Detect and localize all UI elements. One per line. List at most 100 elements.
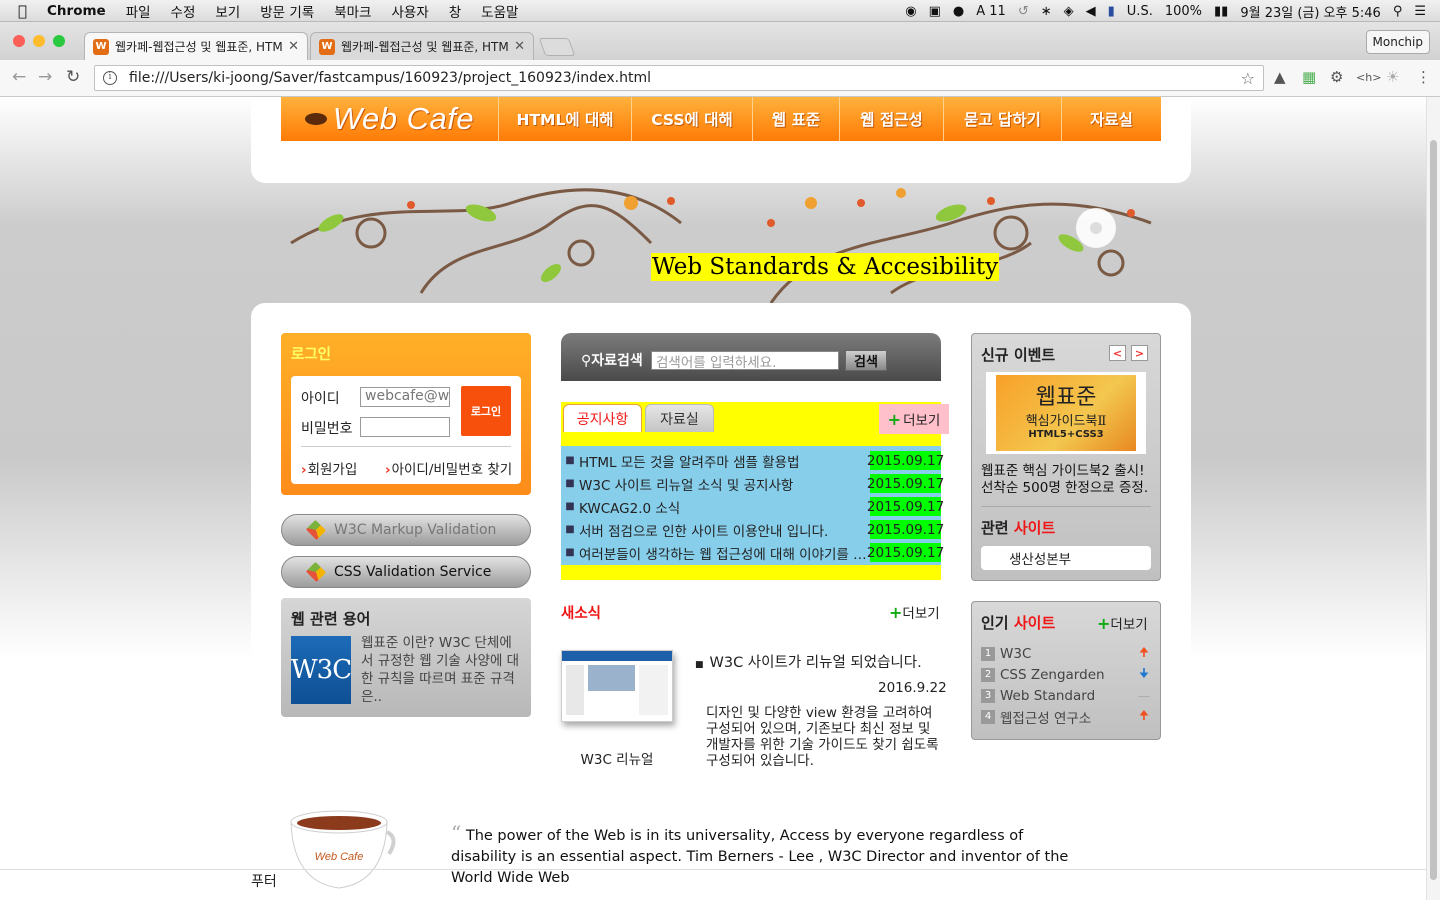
drive-extension-icon[interactable]: ▲ [1274, 68, 1286, 86]
popular-item[interactable]: 2 CSS Zengarden 🠋 [981, 664, 1151, 685]
notice-row[interactable]: ■ HTML 모든 것을 알려주마 샘플 활용법 2015.09.17 [561, 450, 944, 471]
bookmark-star-icon[interactable]: ☆ [1241, 69, 1255, 88]
notice-row[interactable]: ■ 여러분들이 생각하는 웹 접근성에 대해 이야기를 해봅시다2015.09.1… [561, 542, 944, 563]
chevron-right-icon: › [385, 462, 391, 478]
back-icon[interactable]: ← [12, 67, 26, 87]
popular-item[interactable]: 3 Web Standard — [981, 685, 1151, 706]
camera-icon[interactable]: ◉ [905, 4, 916, 19]
apple-icon[interactable]:  [18, 2, 27, 20]
nav-html[interactable]: HTML에 대해 [499, 97, 632, 141]
nav-qna[interactable]: 묻고 답하기 [944, 97, 1062, 141]
close-tab-icon[interactable]: ✕ [514, 39, 525, 54]
password-input[interactable] [360, 417, 450, 437]
tab-notice[interactable]: 공지사항 [563, 404, 642, 432]
popular-name[interactable]: Web Standard [1000, 688, 1095, 704]
nav-accessibility[interactable]: 웹 접근성 [840, 97, 944, 141]
address-bar[interactable]: i file:///Users/ki-joong/Saver/fastcampu… [94, 65, 1264, 91]
close-window-icon[interactable] [13, 35, 25, 47]
news-thumbnail[interactable] [561, 650, 673, 722]
id-input[interactable]: webcafe@webcafe.com [360, 387, 450, 407]
notice-title[interactable]: KWCAG2.0 소식 [579, 497, 869, 517]
notice-row[interactable]: ■ 서버 점검으로 인한 사이트 이용안내 입니다. 2015.09.17 [561, 519, 944, 540]
clock[interactable]: 9월 23일 (금) 오후 5:46 [1240, 2, 1380, 21]
html-extension-icon[interactable]: <h> [1356, 71, 1381, 84]
reload-icon[interactable]: ↻ [66, 67, 80, 87]
kb-icon[interactable]: A 11 [976, 4, 1006, 19]
notice-title[interactable]: 서버 점검으로 인한 사이트 이용안내 입니다. [579, 520, 869, 540]
chrome-menu-icon[interactable]: ⋮ [1416, 68, 1431, 86]
browser-tab-active[interactable]: W 웹카페-웹접근성 및 웹표준, HTML5 ✕ [84, 32, 308, 60]
profile-button[interactable]: Monchip [1365, 30, 1430, 54]
scrollbar-thumb[interactable] [1430, 140, 1437, 880]
search-button[interactable]: 검색 [845, 350, 887, 371]
puzzle-extension-icon[interactable]: ☀ [1386, 68, 1399, 86]
menu-bookmarks[interactable]: 북마크 [334, 1, 371, 21]
favicon-icon: W [319, 38, 335, 55]
event-text: 웹표준 핵심 가이드북2 출시! 선착순 500명 한정으로 증정. [981, 463, 1149, 496]
nav-web-standard[interactable]: 웹 표준 [753, 97, 840, 141]
popular-name[interactable]: 웹접근성 연구소 [1000, 707, 1091, 727]
web-terms-text[interactable]: 웹표준 이란? W3C 단체에서 규정한 웹 기술 사양에 대한 규칙을 따르며… [361, 634, 523, 706]
cup-logo-text: Web Cafe [315, 851, 364, 863]
menu-app-name[interactable]: Chrome [47, 3, 106, 19]
new-tab-button[interactable] [538, 38, 576, 56]
volume-icon[interactable]: ◀ [1086, 4, 1096, 19]
popular-item[interactable]: 4 웹접근성 연구소 🠉 [981, 706, 1151, 727]
notice-title[interactable]: 여러분들이 생각하는 웹 접근성에 대해 이야기를 해봅시다 [579, 543, 869, 563]
input-source[interactable]: U.S. [1127, 4, 1153, 19]
event-prev-button[interactable]: < [1109, 345, 1126, 361]
notification-center-icon[interactable]: ☰ [1414, 4, 1426, 19]
chat-icon[interactable]: ● [953, 4, 964, 19]
news-more-link[interactable]: +더보기 [889, 602, 940, 622]
css-validation-button[interactable]: CSS Validation Service [281, 556, 531, 588]
site-logo[interactable]: Web Cafe [281, 97, 499, 141]
news-headline[interactable]: ■ W3C 사이트가 리뉴얼 되었습니다. [695, 651, 922, 672]
menu-history[interactable]: 방문 기록 [260, 1, 314, 21]
login-button[interactable]: 로그인 [461, 386, 511, 436]
menu-people[interactable]: 사용자 [391, 1, 428, 21]
related-sites-select[interactable]: 생산성본부 [981, 546, 1151, 570]
bluetooth-icon[interactable]: ∗ [1041, 4, 1052, 19]
menu-help[interactable]: 도움말 [481, 1, 518, 21]
event-book-image[interactable]: 웹표준 핵심가이드북Ⅱ HTML5+CSS3 [986, 372, 1146, 454]
menu-view[interactable]: 보기 [215, 1, 240, 21]
rank-badge: 4 [981, 709, 995, 724]
nav-css[interactable]: CSS에 대해 [632, 97, 753, 141]
time-machine-icon[interactable]: ↺ [1018, 4, 1029, 19]
notice-row[interactable]: ■ KWCAG2.0 소식 2015.09.17 [561, 496, 944, 517]
search-input[interactable]: 검색어를 입력하세요. [651, 351, 839, 370]
spotlight-icon[interactable]: ⚲ [1393, 4, 1403, 19]
forward-icon[interactable]: → [38, 67, 52, 87]
notice-row[interactable]: ■ W3C 사이트 리뉴얼 소식 및 공지사항 2015.09.17 [561, 473, 944, 494]
popular-more-link[interactable]: +더보기 [1097, 613, 1148, 633]
flag-icon[interactable]: ▮ [1108, 4, 1115, 19]
zoom-window-icon[interactable] [53, 35, 65, 47]
popular-name[interactable]: W3C [1000, 646, 1031, 662]
join-link[interactable]: ›회원가입 [301, 458, 357, 478]
close-tab-icon[interactable]: ✕ [288, 39, 299, 54]
minimize-window-icon[interactable] [33, 35, 45, 47]
popular-item[interactable]: 1 W3C 🠉 [981, 643, 1151, 664]
tab-archive[interactable]: 자료실 [645, 404, 714, 432]
menu-file[interactable]: 파일 [126, 1, 151, 21]
url-text[interactable]: file:///Users/ki-joong/Saver/fastcampus/… [129, 70, 651, 86]
notice-more-link[interactable]: + 더보기 [879, 404, 949, 434]
browser-tab-inactive[interactable]: W 웹카페-웹접근성 및 웹표준, HTML5 ✕ [310, 32, 534, 60]
settings-extension-icon[interactable]: ⚙ [1330, 68, 1343, 86]
menu-window[interactable]: 창 [449, 1, 461, 21]
battery-percent[interactable]: 100% [1165, 4, 1202, 19]
screenshot-icon[interactable]: ▣ [929, 4, 941, 19]
event-next-button[interactable]: > [1131, 345, 1148, 361]
info-icon[interactable]: i [103, 71, 117, 85]
notice-title[interactable]: W3C 사이트 리뉴얼 소식 및 공지사항 [579, 474, 869, 494]
nav-archive[interactable]: 자료실 [1062, 97, 1161, 141]
popular-name[interactable]: CSS Zengarden [1000, 667, 1105, 683]
w3c-logo[interactable]: W3C [291, 636, 352, 704]
menu-edit[interactable]: 수정 [171, 1, 196, 21]
wifi-icon[interactable]: ◈ [1064, 4, 1074, 19]
notice-title[interactable]: HTML 모든 것을 알려주마 샘플 활용법 [579, 451, 869, 471]
battery-icon[interactable]: ▮▮ [1214, 4, 1228, 19]
find-account-link[interactable]: ›아이디/비밀번호 찾기 [385, 458, 512, 478]
extension-icon[interactable]: ▦ [1302, 68, 1316, 86]
w3c-markup-validation-button[interactable]: W3C Markup Validation [281, 514, 531, 546]
